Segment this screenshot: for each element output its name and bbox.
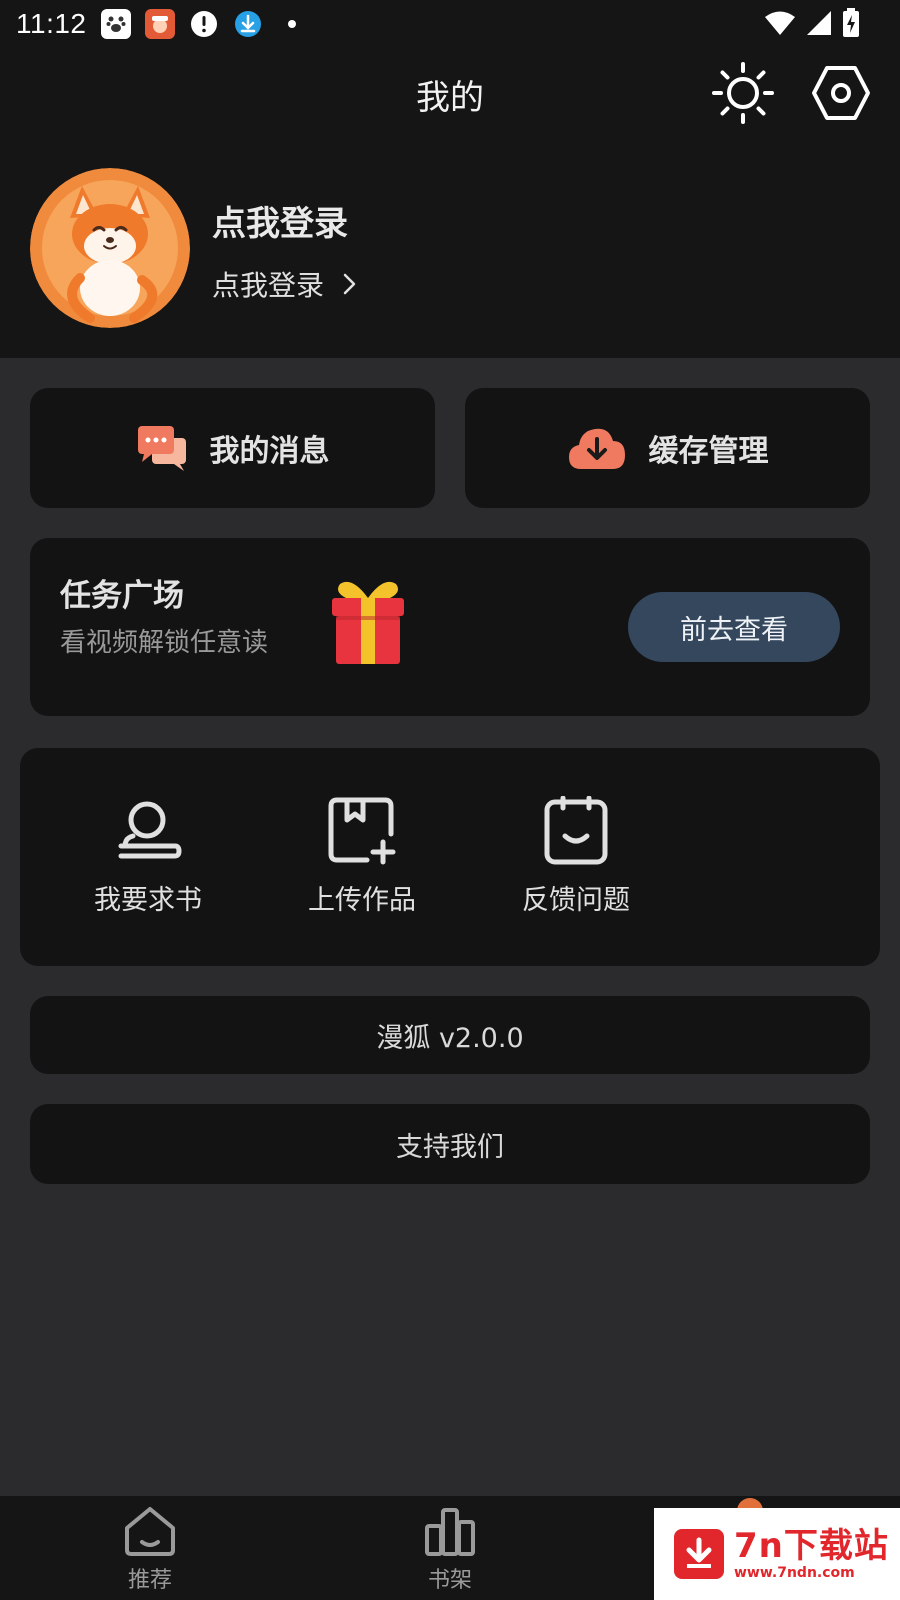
request-book-button[interactable]: 我要求书 [68,796,228,917]
cache-manager-label: 缓存管理 [648,434,769,469]
login-link-label: 点我登录 [212,269,325,302]
messages-label: 我的消息 [209,434,330,469]
version-row[interactable]: 漫狐 v2.0.0 [30,996,870,1074]
cache-manager-button[interactable]: 缓存管理 [465,388,870,508]
wifi-icon [764,10,796,40]
login-link[interactable]: 点我登录 [212,264,358,304]
upload-work-icon [328,797,396,865]
status-time: 11:12 [16,8,87,39]
profile-name[interactable]: 点我登录 [212,196,348,245]
nav-tab-bookshelf-label: 书架 [427,1568,472,1593]
messages-button[interactable]: 我的消息 [30,388,435,508]
notification-icons [100,9,307,39]
battery-icon [842,8,860,42]
task-title: 任务广场 [60,578,184,614]
more-dot-icon [277,9,307,39]
watermark: 7n下载站 www.7ndn.com [654,1508,900,1600]
request-book-label: 我要求书 [94,885,202,916]
watermark-download-icon [674,1529,724,1579]
gift-icon [332,581,404,664]
settings-button[interactable] [810,62,872,124]
page-title: 我的 [416,77,484,118]
chevron-right-icon [343,273,356,295]
task-subtitle: 看视频解锁任意读 [60,628,269,658]
fox-avatar-image [30,168,190,328]
download-status-icon [233,9,263,39]
app-notification-icon [144,9,175,39]
nav-tab-recommend[interactable]: 推荐 [90,1506,210,1594]
feedback-button[interactable]: 反馈问题 [496,795,656,917]
task-go-button[interactable]: 前去查看 [628,592,840,662]
chat-bubbles-icon [137,426,186,471]
feedback-label: 反馈问题 [522,885,630,916]
hexagon-settings-icon [812,66,870,120]
upload-work-button[interactable]: 上传作品 [282,796,442,917]
status-bar: 11:12 [0,0,900,48]
support-us-row[interactable]: 支持我们 [30,1104,870,1184]
watermark-name: 7n下载站 [734,1526,889,1566]
alert-icon [189,9,219,39]
profile-section: 点我登录 点我登录 [0,140,900,358]
tools-card: 我要求书 上传作品 反馈问题 [20,748,880,966]
home-icon [125,1507,175,1556]
upload-work-label: 上传作品 [308,885,416,916]
cloud-download-icon [568,428,625,469]
page-header: 我的 [0,48,900,140]
task-card: 任务广场 看视频解锁任意读 前去查看 [30,538,870,716]
nav-tab-bookshelf[interactable]: 书架 [390,1506,510,1594]
feedback-icon [544,795,608,865]
request-book-icon [118,801,182,859]
bookshelf-icon [425,1508,475,1556]
sun-icon [712,62,774,124]
baidu-app-icon [100,9,131,39]
theme-toggle-button[interactable] [712,62,774,124]
system-status-icons [764,8,860,42]
avatar[interactable] [30,168,190,328]
nav-tab-recommend-label: 推荐 [127,1568,172,1593]
watermark-url: www.7ndn.com [734,1565,855,1581]
signal-icon [806,10,832,40]
